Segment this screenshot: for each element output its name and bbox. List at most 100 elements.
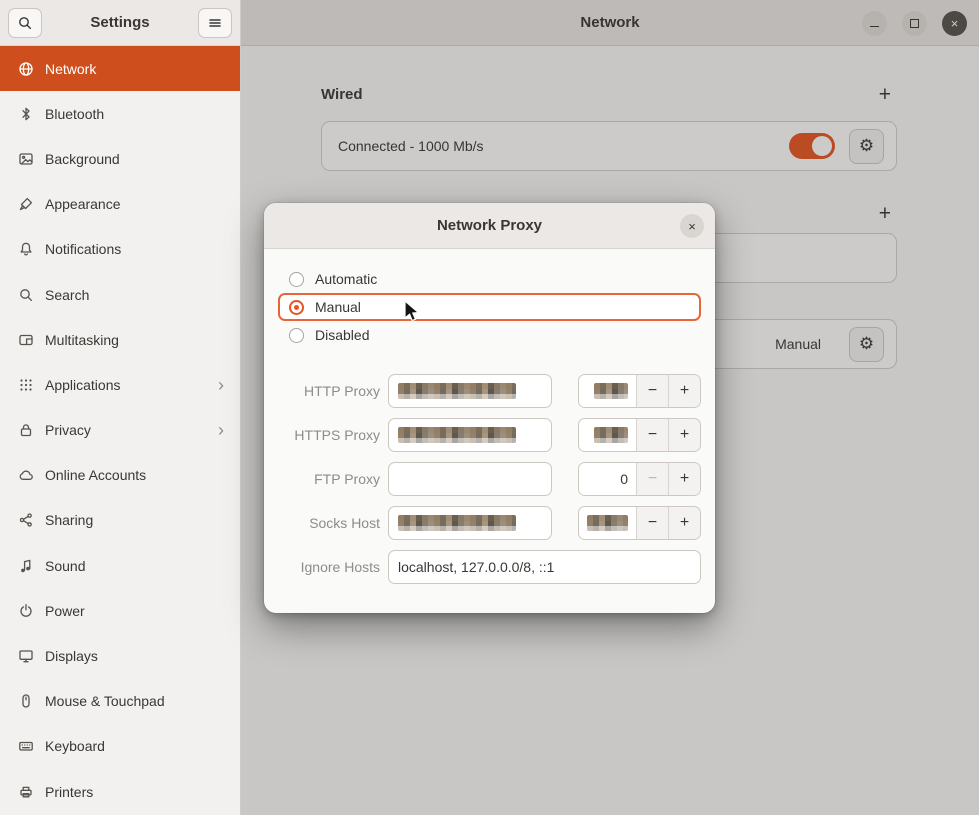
sidebar-item-label: Printers	[45, 784, 228, 800]
menu-button[interactable]	[198, 8, 232, 38]
bell-icon	[18, 241, 34, 257]
proxy-method-list: Automatic ManualDisabled	[278, 265, 701, 349]
dialog-close-button[interactable]: ×	[680, 214, 704, 238]
https-proxy-port-field[interactable]	[579, 419, 636, 451]
sidebar-header: Settings	[0, 0, 240, 46]
sidebar-item-privacy[interactable]: Privacy ›	[0, 408, 240, 453]
https-proxy-decrement-button[interactable]: −	[636, 419, 668, 451]
redacted-value	[398, 427, 516, 443]
socks-host-port-field[interactable]	[579, 507, 636, 539]
redacted-port	[587, 515, 628, 531]
main-pane: Network × Wired + Connected - 1000 Mb/s …	[241, 0, 979, 815]
ignore-hosts-input[interactable]: localhost, 127.0.0.0/8, ::1	[388, 550, 701, 584]
search-button[interactable]	[8, 8, 42, 38]
sidebar-item-bluetooth[interactable]: Bluetooth	[0, 91, 240, 136]
globe-icon	[18, 61, 34, 77]
sidebar-item-sharing[interactable]: Sharing	[0, 498, 240, 543]
sidebar-item-background[interactable]: Background	[0, 136, 240, 181]
proxy-form: HTTP Proxy−+HTTPS Proxy−+FTP Proxy0−+Soc…	[278, 374, 701, 584]
sidebar-item-label: Network	[45, 61, 228, 77]
sidebar-item-label: Appearance	[45, 196, 228, 212]
power-icon	[18, 603, 34, 619]
https-proxy-increment-button[interactable]: +	[668, 419, 700, 451]
paintbrush-icon	[18, 196, 34, 212]
sidebar-item-online-accounts[interactable]: Online Accounts	[0, 453, 240, 498]
image-icon	[18, 151, 34, 167]
https-proxy-label: HTTPS Proxy	[278, 427, 380, 443]
close-icon: ×	[688, 219, 696, 234]
radio-option-disabled[interactable]: Disabled	[278, 321, 701, 349]
https-proxy-port-spinner[interactable]: −+	[578, 418, 701, 452]
sidebar-item-label: Background	[45, 151, 228, 167]
ignore-hosts-value: localhost, 127.0.0.0/8, ::1	[398, 559, 554, 575]
dialog-title: Network Proxy	[437, 217, 542, 234]
radio-option-manual[interactable]: Manual	[278, 293, 701, 321]
lock-icon	[18, 422, 34, 438]
sidebar-item-label: Notifications	[45, 241, 228, 257]
chevron-right-icon: ›	[218, 421, 228, 439]
chevron-right-icon: ›	[218, 376, 228, 394]
mouse-icon	[18, 693, 34, 709]
sidebar-item-label: Bluetooth	[45, 106, 228, 122]
ftp-proxy-label: FTP Proxy	[278, 471, 380, 487]
ftp-proxy-port-spinner[interactable]: 0−+	[578, 462, 701, 496]
redacted-port	[594, 383, 628, 399]
sidebar-item-network[interactable]: Network	[0, 46, 240, 91]
radio-button-icon	[289, 328, 304, 343]
sidebar-item-keyboard[interactable]: Keyboard	[0, 724, 240, 769]
sidebar-item-multitasking[interactable]: Multitasking	[0, 317, 240, 362]
sidebar-item-applications[interactable]: Applications›	[0, 362, 240, 407]
https-proxy-input[interactable]	[388, 418, 552, 452]
socks-host-label: Socks Host	[278, 515, 380, 531]
sidebar-item-label: Keyboard	[45, 738, 228, 754]
http-proxy-label: HTTP Proxy	[278, 383, 380, 399]
app-grid-icon	[18, 377, 34, 393]
socks-host-port-spinner[interactable]: −+	[578, 506, 701, 540]
socks-host-input[interactable]	[388, 506, 552, 540]
sidebar-item-label: Multitasking	[45, 332, 228, 348]
music-note-icon	[18, 558, 34, 574]
sidebar-item-appearance[interactable]: Appearance	[0, 182, 240, 227]
redacted-port	[594, 427, 628, 443]
sidebar-item-power[interactable]: Power	[0, 588, 240, 633]
sidebar-item-mouse-touchpad[interactable]: Mouse & Touchpad	[0, 679, 240, 724]
field-row-http-proxy: HTTP Proxy −+	[278, 374, 701, 408]
sidebar: Settings Network Bluetooth Background Appea…	[0, 0, 241, 815]
printer-icon	[18, 784, 34, 800]
http-proxy-port-field[interactable]	[579, 375, 636, 407]
ftp-proxy-decrement-button[interactable]: −	[636, 463, 668, 495]
cloud-icon	[18, 467, 34, 483]
sidebar-item-label: Mouse & Touchpad	[45, 693, 228, 709]
ftp-proxy-port-field[interactable]: 0	[579, 463, 636, 495]
http-proxy-port-spinner[interactable]: −+	[578, 374, 701, 408]
redacted-value	[398, 383, 516, 399]
sidebar-nav: Network Bluetooth Background Appearance Noti…	[0, 46, 240, 815]
ftp-proxy-increment-button[interactable]: +	[668, 463, 700, 495]
sidebar-item-label: Sharing	[45, 512, 228, 528]
socks-host-increment-button[interactable]: +	[668, 507, 700, 539]
radio-label: Automatic	[315, 271, 377, 287]
field-row-socks-host: Socks Host −+	[278, 506, 701, 540]
sidebar-item-label: Privacy	[45, 422, 207, 438]
radio-option-automatic[interactable]: Automatic	[278, 265, 701, 293]
field-row-ignore-hosts: Ignore Hosts localhost, 127.0.0.0/8, ::1	[278, 550, 701, 584]
dialog-body: AutomaticManualDisabled HTTP Proxy−+HTTP…	[264, 249, 715, 584]
http-proxy-decrement-button[interactable]: −	[636, 375, 668, 407]
ftp-proxy-input[interactable]	[388, 462, 552, 496]
radio-button-icon	[289, 300, 304, 315]
field-row-ftp-proxy: FTP Proxy 0−+	[278, 462, 701, 496]
sidebar-item-sound[interactable]: Sound	[0, 543, 240, 588]
ftp-proxy-port-value: 0	[620, 471, 628, 487]
network-proxy-dialog: Network Proxy × AutomaticManualDisabled …	[264, 203, 715, 613]
sidebar-item-displays[interactable]: Displays	[0, 633, 240, 678]
http-proxy-input[interactable]	[388, 374, 552, 408]
socks-host-decrement-button[interactable]: −	[636, 507, 668, 539]
field-row-https-proxy: HTTPS Proxy −+	[278, 418, 701, 452]
bluetooth-icon	[18, 106, 34, 122]
sidebar-item-label: Sound	[45, 558, 228, 574]
http-proxy-increment-button[interactable]: +	[668, 375, 700, 407]
ignore-hosts-label: Ignore Hosts	[278, 559, 380, 575]
sidebar-item-search[interactable]: Search	[0, 272, 240, 317]
sidebar-item-printers[interactable]: Printers	[0, 769, 240, 814]
sidebar-item-notifications[interactable]: Notifications	[0, 227, 240, 272]
